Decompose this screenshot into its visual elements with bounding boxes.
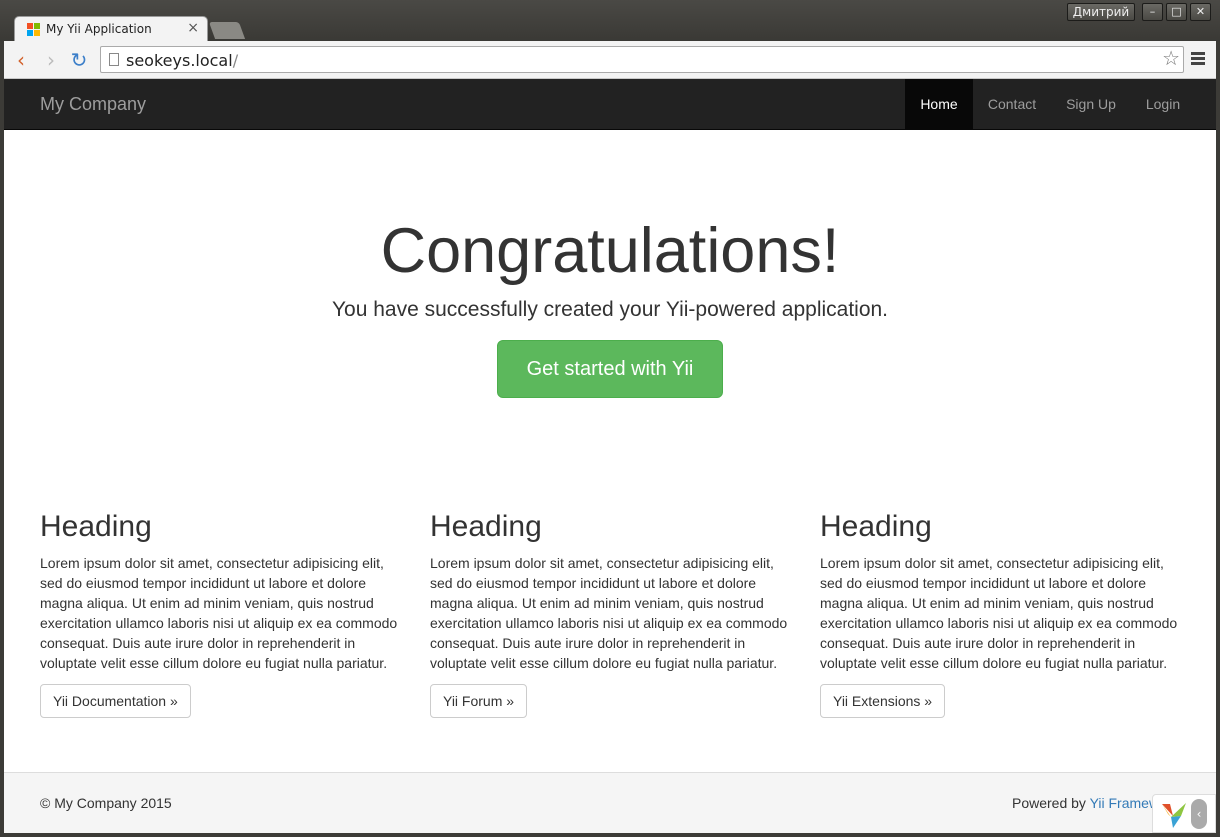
content-column: Heading Lorem ipsum dolor sit amet, cons… (820, 509, 1182, 718)
page-viewport: My Company Home Contact Sign Up Login Co… (4, 79, 1216, 833)
tab-close-icon[interactable]: × (187, 20, 199, 36)
title-bar: My Yii Application × Дмитрий – □ ✕ (0, 0, 1220, 42)
yii-logo-icon (1162, 803, 1186, 828)
profile-button[interactable]: Дмитрий (1067, 3, 1135, 21)
footer-powered-by: Powered by Yii Framework (1012, 795, 1154, 811)
new-tab-button[interactable] (208, 22, 246, 39)
get-started-button[interactable]: Get started with Yii (497, 340, 723, 398)
address-bar[interactable]: seokeys.local/ ☆ (100, 46, 1184, 73)
yii-extensions-button[interactable]: Yii Extensions » (820, 684, 946, 718)
jumbotron: Congratulations! You have successfully c… (4, 130, 1216, 470)
column-heading: Heading (40, 510, 152, 543)
nav-item-login[interactable]: Login (1131, 79, 1195, 129)
footer: © My Company 2015 Powered by Yii Framewo… (4, 772, 1216, 833)
column-text: Lorem ipsum dolor sit amet, consectetur … (430, 555, 788, 671)
hamburger-menu-icon[interactable] (1191, 52, 1205, 66)
close-window-button[interactable]: ✕ (1190, 3, 1211, 21)
nav-item-home[interactable]: Home (905, 79, 973, 129)
browser-tab[interactable]: My Yii Application × (14, 16, 208, 42)
forward-arrow-icon[interactable]: › (40, 49, 62, 71)
content-column: Heading Lorem ipsum dolor sit amet, cons… (430, 509, 792, 718)
reload-icon[interactable]: ↻ (68, 49, 90, 71)
browser-toolbar: ‹ › ↻ seokeys.local/ ☆ (4, 41, 1216, 79)
favicon-icon (27, 23, 40, 36)
column-text: Lorem ipsum dolor sit amet, consectetur … (40, 555, 398, 671)
debug-toolbar[interactable]: ‹ (1152, 794, 1216, 833)
navbar: My Company Home Contact Sign Up Login (4, 79, 1216, 130)
column-heading: Heading (430, 510, 542, 543)
chevron-left-icon[interactable]: ‹ (1191, 799, 1207, 829)
yii-forum-button[interactable]: Yii Forum » (430, 684, 528, 718)
yii-framework-link[interactable]: Yii Framework (1090, 795, 1154, 811)
navbar-brand[interactable]: My Company (40, 94, 146, 115)
browser-window: My Yii Application × Дмитрий – □ ✕ ‹ › ↻… (0, 0, 1220, 837)
page-title: Congratulations! (380, 216, 840, 286)
tab-title: My Yii Application (46, 22, 152, 36)
maximize-button[interactable]: □ (1166, 3, 1187, 21)
star-icon[interactable]: ☆ (1162, 48, 1180, 70)
page-icon (109, 53, 119, 66)
column-heading: Heading (820, 510, 932, 543)
nav-item-signup[interactable]: Sign Up (1051, 79, 1131, 129)
content-column: Heading Lorem ipsum dolor sit amet, cons… (40, 509, 402, 718)
minimize-button[interactable]: – (1142, 3, 1163, 21)
lead-text: You have successfully created your Yii-p… (331, 298, 889, 321)
nav-item-contact[interactable]: Contact (973, 79, 1051, 129)
yii-documentation-button[interactable]: Yii Documentation » (40, 684, 191, 718)
footer-copyright: © My Company 2015 (40, 795, 172, 811)
column-text: Lorem ipsum dolor sit amet, consectetur … (820, 555, 1178, 671)
address-url: seokeys.local/ (126, 51, 239, 70)
back-arrow-icon[interactable]: ‹ (10, 49, 32, 71)
